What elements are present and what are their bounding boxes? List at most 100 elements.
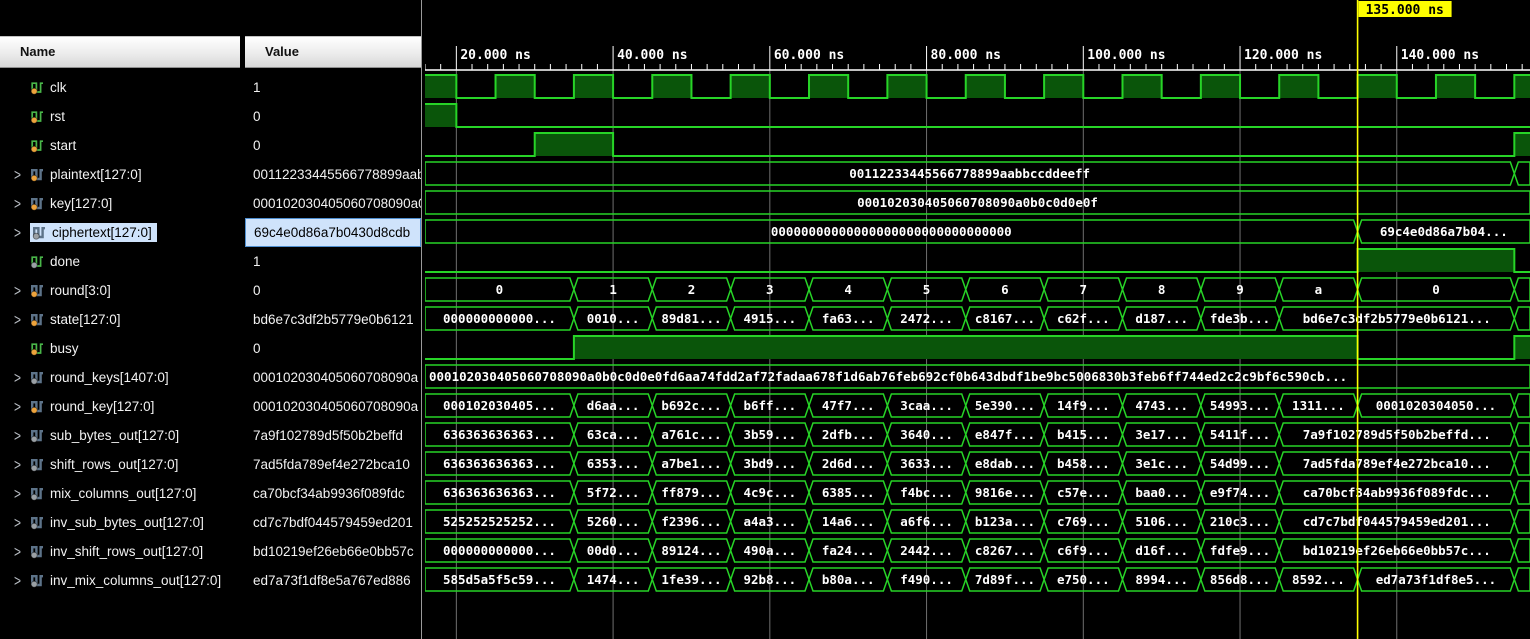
expander-icon[interactable]: >	[14, 571, 30, 589]
value-cell-busy[interactable]: 0	[245, 334, 421, 363]
value-cell-round_keys[interactable]: 000102030405060708090a	[245, 363, 421, 392]
signal-row-done[interactable]: done	[0, 247, 240, 276]
bus-value-text: 6	[1001, 282, 1009, 297]
signal-row-inv_sub_bytes_out[interactable]: > inv_sub_bytes_out[127:0]	[0, 508, 240, 537]
expander-icon[interactable]: >	[14, 223, 30, 241]
bus-signal-icon	[30, 457, 45, 472]
bus-value-text: baa0...	[1135, 485, 1188, 500]
bus-value-text: b692c...	[661, 398, 721, 413]
signal-name-panel: Name clk rst start> plaintext[127:0]> ke…	[0, 0, 240, 639]
value-cell-round_key[interactable]: 000102030405060708090a	[245, 392, 421, 421]
expander-icon[interactable]: >	[14, 455, 30, 473]
signal-row-start[interactable]: start	[0, 131, 240, 160]
signal-row-sub_bytes_out[interactable]: > sub_bytes_out[127:0]	[0, 421, 240, 450]
signal-value-list: 10000112233445566778899aabbccddeeff00010…	[245, 73, 421, 595]
value-cell-round[interactable]: 0	[245, 276, 421, 305]
signal-value-text: 0	[253, 341, 261, 356]
value-cell-done[interactable]: 1	[245, 247, 421, 276]
signal-row-plaintext[interactable]: > plaintext[127:0]	[0, 160, 240, 189]
value-column-header[interactable]: Value	[245, 36, 421, 68]
cursor-time-label: 135.000 ns	[1366, 3, 1444, 18]
value-cell-shift_rows_out[interactable]: 7ad5fda789ef4e272bca10	[245, 450, 421, 479]
name-column-header[interactable]: Name	[0, 36, 240, 68]
signal-name-label: key[127:0]	[50, 196, 112, 211]
bus-value-text: 0	[1432, 282, 1440, 297]
bus-value-text: 4743...	[1135, 398, 1188, 413]
signal-name-label: round_keys[1407:0]	[50, 370, 169, 385]
expander-icon[interactable]: >	[14, 397, 30, 415]
bus-value-text: 636363636363...	[443, 456, 556, 471]
signal-row-key[interactable]: > key[127:0]	[0, 189, 240, 218]
signal-value-text: 1	[253, 80, 261, 95]
expander-icon[interactable]: >	[14, 513, 30, 531]
signal-row-round[interactable]: > round[3:0]	[0, 276, 240, 305]
value-cell-clk[interactable]: 1	[245, 73, 421, 102]
signal-row-shift_rows_out[interactable]: > shift_rows_out[127:0]	[0, 450, 240, 479]
signal-value-text: 1	[253, 254, 261, 269]
expander-icon[interactable]: >	[14, 310, 30, 328]
bus-value-text: 210c3...	[1210, 514, 1270, 529]
value-cell-key[interactable]: 000102030405060708090a0b0c0d0e0f	[245, 189, 421, 218]
signal-value-text: 000102030405060708090a	[253, 399, 418, 414]
scalar-signal-icon	[30, 109, 45, 124]
bus-value-text: d16f...	[1135, 543, 1188, 558]
expander-icon[interactable]: >	[14, 426, 30, 444]
signal-value-text: bd6e7c3df2b5779e0b6121	[253, 312, 414, 327]
bus-value-text: 14a6...	[822, 514, 875, 529]
signal-row-clk[interactable]: clk	[0, 73, 240, 102]
value-cell-mix_columns_out[interactable]: ca70bcf34ab9936f089fdc	[245, 479, 421, 508]
value-cell-ciphertext[interactable]: 69c4e0d86a7b0430d8cdb	[245, 218, 421, 247]
signal-value-text: 69c4e0d86a7b0430d8cdb	[254, 225, 410, 240]
bus-value-text: 2d6d...	[822, 456, 875, 471]
bus-signal-icon	[30, 312, 45, 327]
bus-value-text: 5f72...	[587, 485, 640, 500]
bus-value-text: e8dab...	[975, 456, 1035, 471]
bus-signal-icon	[30, 196, 45, 211]
expander-icon[interactable]: >	[14, 165, 30, 183]
signal-row-mix_columns_out[interactable]: > mix_columns_out[127:0]	[0, 479, 240, 508]
value-cell-start[interactable]: 0	[245, 131, 421, 160]
value-cell-inv_shift_rows_out[interactable]: bd10219ef26eb66e0bb57c	[245, 537, 421, 566]
value-cell-inv_mix_columns_out[interactable]: ed7a73f1df8e5a767ed886	[245, 566, 421, 595]
signal-name-label: inv_mix_columns_out[127:0]	[50, 573, 221, 588]
signal-row-inv_shift_rows_out[interactable]: > inv_shift_rows_out[127:0]	[0, 537, 240, 566]
signal-row-round_keys[interactable]: > round_keys[1407:0]	[0, 363, 240, 392]
bus-value-text: ed7a73f1df8e5...	[1376, 572, 1496, 587]
value-cell-rst[interactable]: 0	[245, 102, 421, 131]
signal-row-inv_mix_columns_out[interactable]: > inv_mix_columns_out[127:0]	[0, 566, 240, 595]
bus-value-text: 5411f...	[1210, 427, 1270, 442]
bus-value-text: 3	[766, 282, 774, 297]
signal-row-ciphertext[interactable]: > ciphertext[127:0]	[0, 218, 240, 247]
scalar-signal-icon	[30, 341, 45, 356]
bus-value-text: 00d0...	[587, 543, 640, 558]
bus-value-text: 0010...	[587, 311, 640, 326]
expander-icon[interactable]: >	[14, 368, 30, 386]
bus-value-text: a761c...	[661, 427, 721, 442]
bus-value-text: 585d5a5f5c59...	[443, 572, 556, 587]
expander-icon[interactable]: >	[14, 281, 30, 299]
bus-value-text: b80a...	[822, 572, 875, 587]
signal-value-text: bd10219ef26eb66e0bb57c	[253, 544, 414, 559]
expander-icon[interactable]: >	[14, 194, 30, 212]
signal-row-busy[interactable]: busy	[0, 334, 240, 363]
signal-name-label: state[127:0]	[50, 312, 121, 327]
wave-clk[interactable]	[425, 75, 1530, 98]
expander-icon[interactable]: >	[14, 484, 30, 502]
signal-row-state[interactable]: > state[127:0]	[0, 305, 240, 334]
bus-value-text: a	[1315, 282, 1323, 297]
signal-row-round_key[interactable]: > round_key[127:0]	[0, 392, 240, 421]
ruler-tick-label: 40.000 ns	[617, 48, 687, 63]
bus-value-text: 7	[1080, 282, 1088, 297]
bus-value-text: cd7c7bdf044579459ed201...	[1303, 514, 1491, 529]
value-cell-state[interactable]: bd6e7c3df2b5779e0b6121	[245, 305, 421, 334]
value-cell-sub_bytes_out[interactable]: 7a9f102789d5f50b2beffd	[245, 421, 421, 450]
signal-value-text: cd7c7bdf044579459ed201	[253, 515, 413, 530]
expander-icon[interactable]: >	[14, 542, 30, 560]
value-cell-plaintext[interactable]: 00112233445566778899aabbccddeeff	[245, 160, 421, 189]
bus-value-text: e9f74...	[1210, 485, 1270, 500]
bus-value-text: 8	[1158, 282, 1166, 297]
waveform-canvas[interactable]: 20.000 ns40.000 ns60.000 ns80.000 ns100.…	[425, 0, 1530, 639]
value-cell-inv_sub_bytes_out[interactable]: cd7c7bdf044579459ed201	[245, 508, 421, 537]
bus-value-text: b458...	[1057, 456, 1110, 471]
signal-row-rst[interactable]: rst	[0, 102, 240, 131]
